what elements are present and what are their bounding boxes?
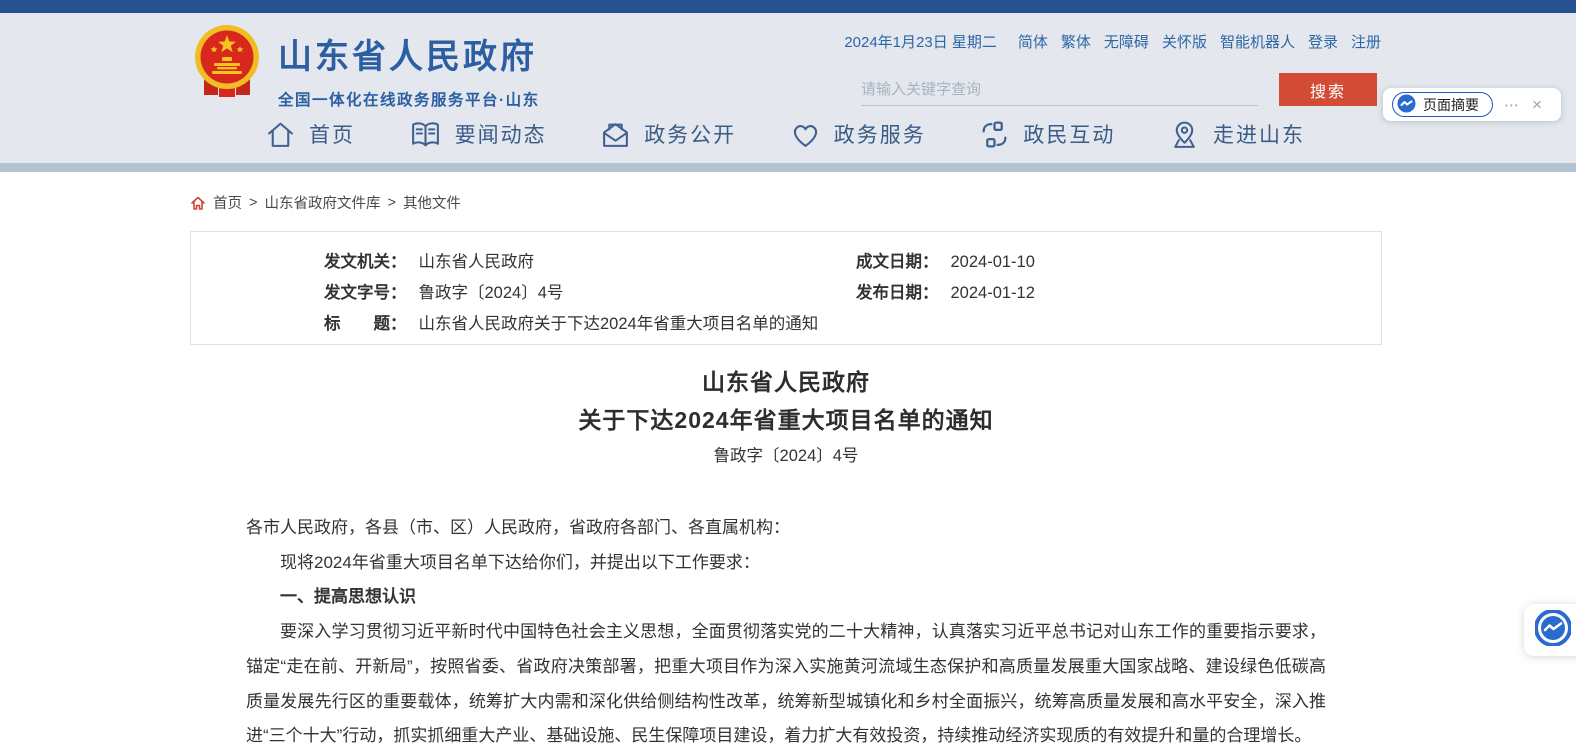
meta-value: 2024-01-12 <box>951 284 1035 302</box>
document-title-line1: 山东省人民政府 <box>190 363 1382 401</box>
link-login[interactable]: 登录 <box>1308 31 1338 52</box>
nav-item-services[interactable]: 政务服务 <box>790 119 926 150</box>
link-smart-robot[interactable]: 智能机器人 <box>1220 31 1295 52</box>
top-bar <box>0 0 1576 13</box>
meta-label: 成文日期： <box>856 253 939 271</box>
utility-links: 2024年1月23日 星期二 简体 繁体 无障碍 关怀版 智能机器人 登录 注册 <box>861 31 1381 52</box>
site-brand[interactable]: 山东省人民政府 全国一体化在线政务服务平台·山东 <box>192 21 540 110</box>
breadcrumb-home-icon[interactable] <box>190 195 206 211</box>
search-button[interactable]: 搜索 <box>1279 73 1377 106</box>
national-emblem-logo <box>192 21 262 101</box>
nav-item-disclosure[interactable]: 政务公开 <box>600 119 736 150</box>
main-nav: 首页 要闻动态 政务公开 <box>265 108 1305 160</box>
link-traditional[interactable]: 繁体 <box>1061 31 1091 52</box>
meta-left-column: 发文机关： 山东省人民政府 发文字号： 鲁政字〔2024〕4号 标 题： 山东省人民政… <box>324 247 818 340</box>
page: 山东省人民政府 全国一体化在线政务服务平台·山东 2024年1月23日 星期二 … <box>0 0 1576 756</box>
section-heading-1: 一、提高思想认识 <box>246 580 1326 615</box>
news-icon <box>409 119 442 150</box>
breadcrumb-item-home[interactable]: 首页 <box>213 192 242 213</box>
nav-label: 要闻动态 <box>455 119 547 149</box>
paragraph-salutation: 各市人民政府，各县（市、区）人民政府，省政府各部门、各直属机构： <box>246 511 1326 546</box>
nav-label: 首页 <box>309 119 355 149</box>
breadcrumb-item-library[interactable]: 山东省政府文件库 <box>264 192 380 213</box>
nav-item-news[interactable]: 要闻动态 <box>409 119 547 150</box>
meta-value: 山东省人民政府关于下达2024年省重大项目名单的通知 <box>419 315 819 333</box>
map-pin-icon <box>1169 119 1200 150</box>
nav-item-about[interactable]: 走进山东 <box>1169 119 1305 150</box>
page-summary-icon <box>1397 94 1416 116</box>
close-icon[interactable]: × <box>1532 95 1542 115</box>
meta-publish-date: 发布日期： 2024-01-12 <box>856 278 1035 309</box>
document-title-line2: 关于下达2024年省重大项目名单的通知 <box>190 401 1382 439</box>
nav-bottom-strip <box>0 163 1576 172</box>
meta-label: 发文机关： <box>324 253 407 271</box>
site-header: 山东省人民政府 全国一体化在线政务服务平台·山东 2024年1月23日 星期二 … <box>0 13 1576 163</box>
meta-label: 标 题： <box>324 315 407 333</box>
meta-value: 鲁政字〔2024〕4号 <box>419 284 564 302</box>
site-title: 山东省人民政府 <box>278 29 540 78</box>
current-date: 2024年1月23日 星期二 <box>844 31 997 52</box>
meta-title: 标 题： 山东省人民政府关于下达2024年省重大项目名单的通知 <box>324 309 818 340</box>
search-input[interactable] <box>861 74 1258 106</box>
link-care-version[interactable]: 关怀版 <box>1162 31 1207 52</box>
page-summary-label: 页面摘要 <box>1423 95 1479 115</box>
meta-written-date: 成文日期： 2024-01-10 <box>856 247 1035 278</box>
search-bar: 搜索 <box>861 73 1381 106</box>
link-accessibility[interactable]: 无障碍 <box>1104 31 1149 52</box>
meta-doc-number: 发文字号： 鲁政字〔2024〕4号 <box>324 278 818 309</box>
services-icon <box>790 119 821 150</box>
nav-item-home[interactable]: 首页 <box>265 119 355 150</box>
document-number: 鲁政字〔2024〕4号 <box>190 443 1382 469</box>
page-summary-card: 页面摘要 ⋯ × <box>1383 88 1561 121</box>
disclosure-icon <box>600 119 631 150</box>
breadcrumb: 首页 > 山东省政府文件库 > 其他文件 <box>190 192 1382 213</box>
paragraph-section-1: 要深入学习贯彻习近平新时代中国特色社会主义思想，全面贯彻落实党的二十大精神，认真… <box>246 615 1326 754</box>
meta-issuing-agency: 发文机关： 山东省人民政府 <box>324 247 818 278</box>
meta-value: 山东省人民政府 <box>419 253 535 271</box>
meta-label: 发布日期： <box>856 284 939 302</box>
nav-label: 政务服务 <box>834 119 926 149</box>
assistant-icon <box>1535 610 1571 651</box>
breadcrumb-separator: > <box>249 195 257 211</box>
document-meta-box: 发文机关： 山东省人民政府 发文字号： 鲁政字〔2024〕4号 标 题： 山东省人民政… <box>190 231 1382 345</box>
page-summary-button[interactable]: 页面摘要 <box>1392 92 1493 117</box>
link-register[interactable]: 注册 <box>1351 31 1381 52</box>
paragraph-intro: 现将2024年省重大项目名单下达给你们，并提出以下工作要求： <box>246 546 1326 581</box>
nav-label: 走进山东 <box>1213 119 1305 149</box>
breadcrumb-item-other-docs[interactable]: 其他文件 <box>403 192 461 213</box>
home-icon <box>265 119 296 150</box>
document-title: 山东省人民政府 关于下达2024年省重大项目名单的通知 <box>190 363 1382 439</box>
meta-value: 2024-01-10 <box>951 253 1035 271</box>
nav-label: 政务公开 <box>644 119 736 149</box>
breadcrumb-separator: > <box>387 195 395 211</box>
interaction-icon <box>979 119 1010 150</box>
link-simplified[interactable]: 简体 <box>1018 31 1048 52</box>
header-right: 2024年1月23日 星期二 简体 繁体 无障碍 关怀版 智能机器人 登录 注册… <box>861 31 1381 106</box>
nav-label: 政民互动 <box>1023 119 1115 149</box>
meta-right-column: 成文日期： 2024-01-10 发布日期： 2024-01-12 <box>856 247 1035 309</box>
brand-text: 山东省人民政府 全国一体化在线政务服务平台·山东 <box>278 21 540 110</box>
assistant-floating-widget[interactable] <box>1524 604 1576 656</box>
document-body: 各市人民政府，各县（市、区）人民政府，省政府各部门、各直属机构： 现将2024年… <box>190 511 1382 756</box>
site-subtitle: 全国一体化在线政务服务平台·山东 <box>278 88 540 110</box>
nav-item-interaction[interactable]: 政民互动 <box>979 119 1115 150</box>
more-options-icon[interactable]: ⋯ <box>1504 96 1520 114</box>
content-area: 首页 > 山东省政府文件库 > 其他文件 发文机关： 山东省人民政府 发文字号： 鲁… <box>190 192 1382 756</box>
meta-label: 发文字号： <box>324 284 407 302</box>
